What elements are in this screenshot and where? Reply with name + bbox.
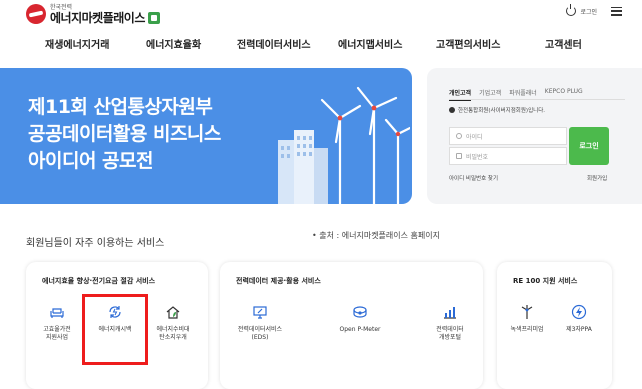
wind-turbine-icon — [521, 305, 533, 319]
service-eds[interactable]: 전력데이터서비스 (EDS) — [230, 304, 290, 342]
lock-icon — [456, 153, 462, 159]
header-login-label: 로그인 — [580, 8, 597, 16]
nav-item-energy-efficiency[interactable]: 에너지효율화 — [146, 36, 201, 51]
service-label: Open P-Meter — [339, 326, 381, 333]
monitor-pen-icon — [253, 306, 267, 319]
nav-item-help-center[interactable]: 고객센터 — [545, 36, 582, 51]
login-button[interactable]: 로그인 — [569, 127, 609, 165]
hamburger-menu-icon[interactable] — [611, 6, 622, 16]
header-login-link[interactable]: 로그인 — [566, 4, 597, 16]
sofa-icon — [50, 308, 64, 318]
card-title: 에너지효율 향상·전기요금 절감 서비스 — [42, 277, 156, 285]
hero-title: 제11회 산업통상자원부 공공데이터활용 비즈니스 아이디어 공모전 — [28, 96, 221, 172]
signup-link[interactable]: 회원가입 — [587, 174, 607, 182]
hero-banner[interactable]: 제11회 산업통상자원부 공공데이터활용 비즈니스 아이디어 공모전 — [0, 68, 412, 204]
service-label: 제3자PPA — [566, 326, 592, 333]
find-id-password-link[interactable]: 아이디 비밀번호 찾기 — [449, 174, 498, 182]
info-icon — [449, 107, 455, 113]
service-label: 녹색프리미엄 — [510, 326, 544, 333]
service-label: 고효율가전 지원사업 — [43, 326, 71, 341]
divider — [449, 99, 625, 100]
house-leaf-icon — [166, 306, 180, 319]
nav-item-energy-map[interactable]: 에너지맵서비스 — [338, 36, 402, 51]
service-card-re100: RE 100 지원 서비스 녹색프리미엄 제3자PPA — [497, 262, 612, 389]
highlight-box — [82, 294, 148, 365]
id-input[interactable]: 아이디 — [449, 127, 567, 145]
source-note: • 출처 : 에너지마켓플래이스 홈페이지 — [312, 231, 440, 240]
nav-item-power-data[interactable]: 전력데이터서비스 — [237, 36, 311, 51]
service-high-efficiency-appliance[interactable]: 고효율가전 지원사업 — [27, 304, 87, 342]
meter-icon — [353, 306, 367, 318]
main-navigation: 재생에너지거래 에너지효율화 전력데이터서비스 에너지맵서비스 고객편의서비스 … — [0, 30, 642, 60]
nav-item-renewable-trade[interactable]: 재생에너지거래 — [45, 36, 109, 51]
lightning-icon — [571, 304, 587, 320]
service-open-data-portal[interactable]: 전력데이터 개방포털 — [420, 304, 480, 342]
nav-item-customer-service[interactable]: 고객편의서비스 — [436, 36, 500, 51]
logo-title: 에너지마켓플래이스 — [50, 11, 160, 24]
service-label: 전력데이터 개방포털 — [436, 326, 464, 341]
site-logo[interactable]: 한국전력 에너지마켓플래이스 — [26, 4, 160, 24]
service-green-premium[interactable]: 녹색프리미엄 — [497, 304, 557, 334]
service-label: 전력데이터서비스 (EDS) — [237, 326, 283, 341]
password-input[interactable]: 비밀번호 — [449, 147, 567, 165]
top-header: 한국전력 에너지마켓플래이스 로그인 — [0, 0, 642, 30]
services-section-title: 회원님들이 자주 이용하는 서비스 — [26, 238, 165, 249]
service-label: 에너지수비대 탄소지우개 — [156, 326, 190, 341]
kepco-logo-icon — [26, 4, 46, 24]
login-note: 한전통합회원(사이버지점회원)입니다. — [449, 106, 545, 114]
service-third-party-ppa[interactable]: 제3자PPA — [549, 304, 609, 334]
service-open-p-meter[interactable]: Open P-Meter — [330, 304, 390, 334]
card-title: 전력데이터 제공·활용 서비스 — [236, 277, 321, 285]
logo-badge-icon — [147, 11, 160, 24]
service-card-power-data: 전력데이터 제공·활용 서비스 전력데이터서비스 (EDS) Open P-Me… — [220, 262, 483, 389]
card-title: RE 100 지원 서비스 — [513, 277, 578, 285]
bar-chart-icon — [444, 307, 456, 319]
power-icon — [566, 4, 577, 16]
user-icon — [456, 133, 462, 139]
service-energy-guard[interactable]: 에너지수비대 탄소지우개 — [143, 304, 203, 342]
wind-turbine-city-illustration — [278, 86, 410, 204]
login-panel: 개인고객 기업고객 파워플래너 KEPCO PLUG 한전통합회원(사이버지점회… — [427, 68, 642, 204]
